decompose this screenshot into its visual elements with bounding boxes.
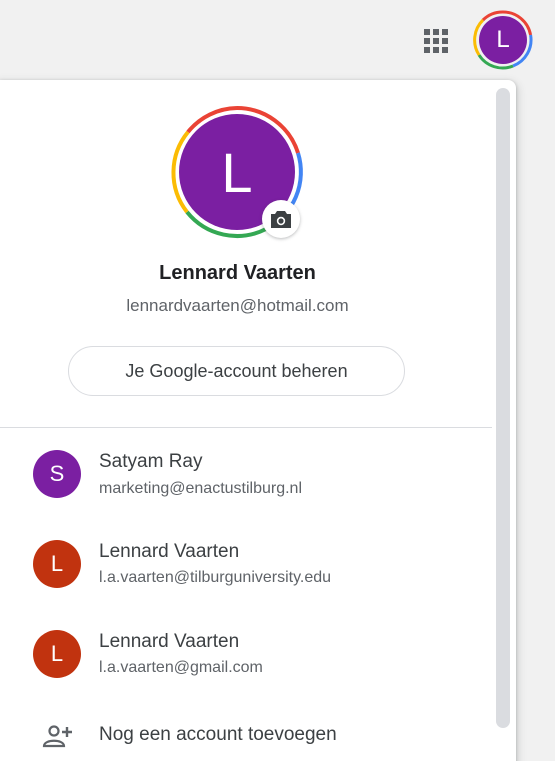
avatar: L xyxy=(479,16,527,64)
list-item[interactable]: L Lennard Vaarten l.a.vaarten@gmail.com xyxy=(0,610,492,698)
account-name: Lennard Vaarten xyxy=(159,262,316,284)
apps-grid-icon xyxy=(424,29,448,53)
account-email: lennardvaarten@hotmail.com xyxy=(126,296,349,315)
account-item-email: l.a.vaarten@tilburguniversity.edu xyxy=(99,569,332,586)
avatar: S xyxy=(33,450,81,498)
account-item-name: Lennard Vaarten xyxy=(99,541,240,562)
account-item-name: Satyam Ray xyxy=(99,451,203,472)
change-photo-button[interactable] xyxy=(262,200,300,238)
account-item-name: Lennard Vaarten xyxy=(99,631,240,652)
account-item-email: marketing@enactustilburg.nl xyxy=(99,480,303,497)
apps-button[interactable] xyxy=(421,26,451,56)
add-person-icon xyxy=(42,725,72,748)
account-avatar-button[interactable]: L xyxy=(473,10,533,70)
top-bar: L xyxy=(0,0,555,80)
avatar: L xyxy=(33,630,81,678)
avatar: L xyxy=(33,540,81,588)
list-item[interactable]: L Lennard Vaarten l.a.vaarten@tilburguni… xyxy=(0,520,492,608)
manage-account-button[interactable]: Je Google-account beheren xyxy=(68,346,405,396)
scrollbar[interactable] xyxy=(496,88,510,728)
add-account-label: Nog een account toevoegen xyxy=(99,724,337,745)
list-item[interactable]: S Satyam Ray marketing@enactustilburg.nl xyxy=(0,430,492,518)
camera-icon xyxy=(271,211,291,228)
account-item-email: l.a.vaarten@gmail.com xyxy=(99,659,263,676)
add-account-button[interactable]: Nog een account toevoegen xyxy=(0,708,492,761)
divider xyxy=(0,427,492,428)
